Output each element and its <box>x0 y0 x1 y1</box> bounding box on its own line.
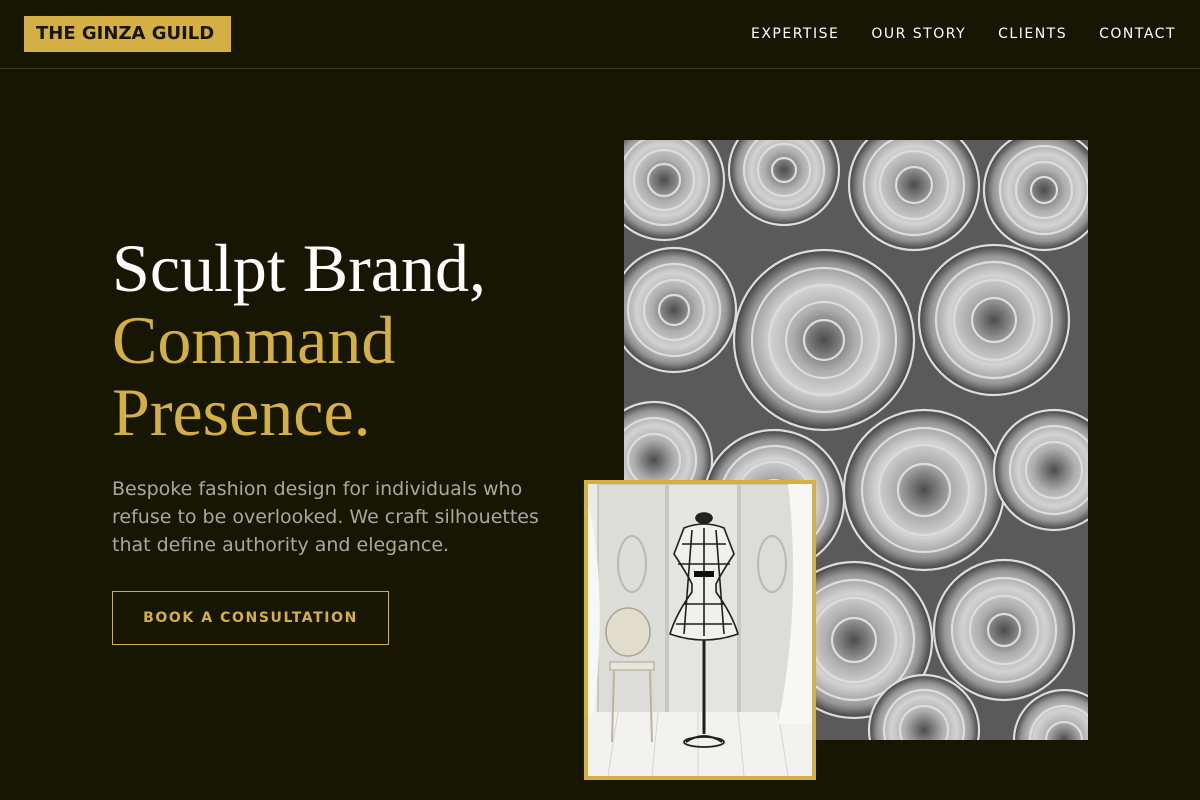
brand-logo[interactable]: THE GINZA GUILD <box>24 16 231 52</box>
nav-clients[interactable]: CLIENTS <box>998 24 1067 44</box>
site-header: THE GINZA GUILD EXPERTISE OUR STORY CLIE… <box>0 0 1200 69</box>
nav-our-story[interactable]: OUR STORY <box>871 24 966 44</box>
hero-headline: Sculpt Brand, Command Presence. <box>112 232 592 448</box>
mannequin-image <box>584 480 816 780</box>
nav-contact[interactable]: CONTACT <box>1099 24 1176 44</box>
headline-line-2: Command <box>112 302 396 378</box>
book-consultation-button[interactable]: BOOK A CONSULTATION <box>112 591 389 645</box>
hero-subtext: Bespoke fashion design for individuals w… <box>112 478 539 556</box>
headline-line-1: Sculpt Brand, <box>112 230 486 306</box>
headline-line-3: Presence. <box>112 374 371 450</box>
nav-expertise[interactable]: EXPERTISE <box>751 24 839 44</box>
main-nav: EXPERTISE OUR STORY CLIENTS CONTACT <box>751 24 1176 44</box>
